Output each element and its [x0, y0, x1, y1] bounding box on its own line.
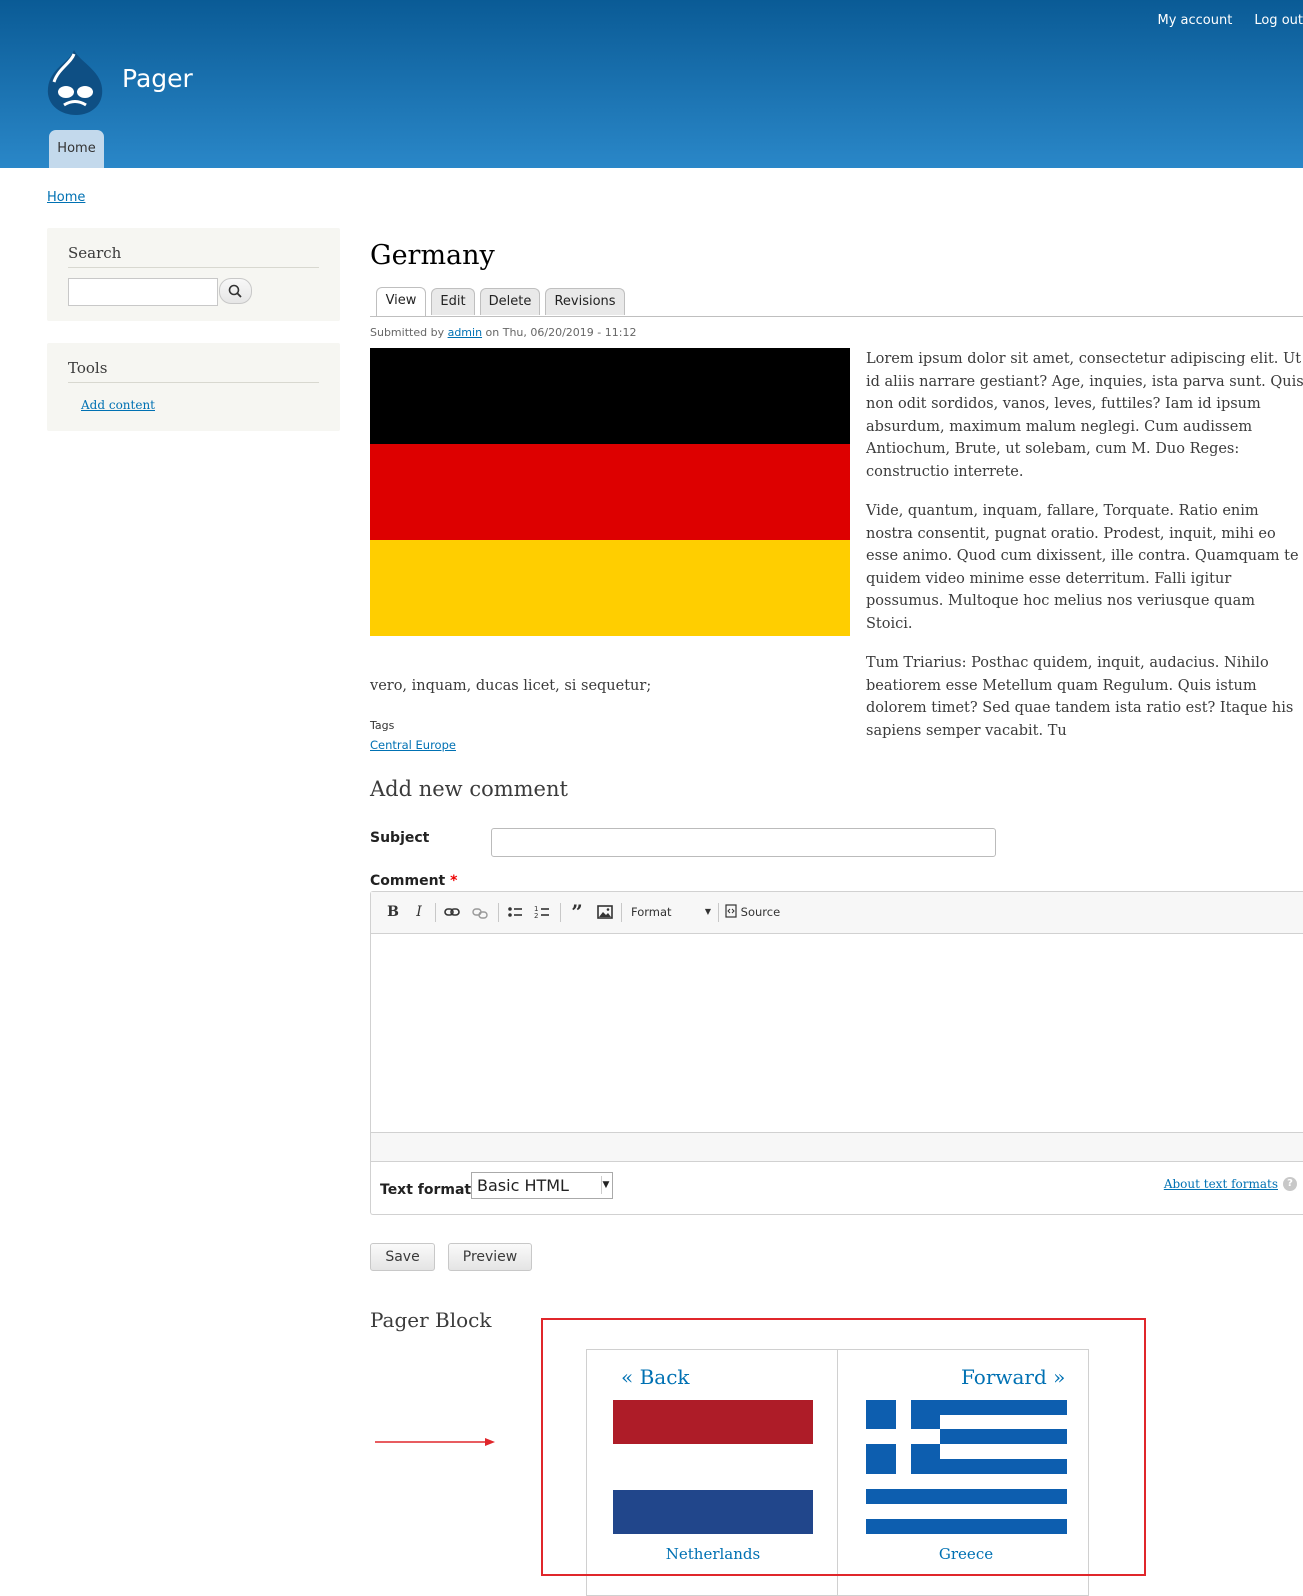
- svg-text:2: 2: [534, 912, 538, 920]
- text-format-label: Text format: [380, 1182, 471, 1198]
- netherlands-flag-image[interactable]: [613, 1400, 813, 1534]
- main-menu-home-tab[interactable]: Home: [49, 130, 104, 168]
- subject-input[interactable]: [491, 828, 996, 857]
- pager-back-link[interactable]: « Back: [621, 1365, 690, 1389]
- save-button[interactable]: Save: [370, 1243, 435, 1271]
- body-paragraph: Lorem ipsum dolor sit amet, consectetur …: [866, 348, 1303, 483]
- link-icon[interactable]: [442, 901, 462, 923]
- logout-link[interactable]: Log out: [1254, 13, 1303, 28]
- toolbar-separator: [621, 903, 622, 922]
- add-content-link[interactable]: Add content: [81, 398, 155, 412]
- submitted-date: on Thu, 06/20/2019 - 11:12: [486, 326, 637, 339]
- comment-label-text: Comment: [370, 873, 445, 889]
- source-button[interactable]: Source: [725, 901, 789, 923]
- tab-revisions[interactable]: Revisions: [545, 288, 625, 315]
- toolbar-separator: [560, 903, 561, 922]
- submitted-prefix: Submitted by: [370, 326, 444, 339]
- site-header: Pager My account Log out Home: [0, 0, 1303, 168]
- tag-link[interactable]: Central Europe: [370, 738, 456, 752]
- search-block-title: Search: [68, 244, 121, 262]
- germany-flag-image: [370, 348, 850, 636]
- comment-editor: B I 12 ” Format ▼ Source Te: [370, 891, 1303, 1215]
- italic-icon[interactable]: I: [411, 901, 427, 923]
- search-input[interactable]: [68, 278, 218, 306]
- pager-forward-link[interactable]: Forward »: [961, 1365, 1065, 1389]
- greece-caption-link[interactable]: Greece: [866, 1545, 1066, 1563]
- comment-editor-body[interactable]: [371, 934, 1303, 1132]
- source-icon: [725, 904, 737, 918]
- image-icon[interactable]: [595, 901, 615, 923]
- preview-button[interactable]: Preview: [448, 1243, 532, 1271]
- blockquote-icon[interactable]: ”: [567, 901, 587, 923]
- tags-label: Tags: [370, 719, 394, 732]
- body-paragraph: Vide, quantum, inquam, fallare, Torquate…: [866, 500, 1303, 635]
- comment-label: Comment *: [370, 873, 457, 889]
- tools-block-title: Tools: [68, 359, 107, 377]
- bold-icon[interactable]: B: [385, 901, 401, 923]
- site-name[interactable]: Pager: [122, 64, 193, 93]
- tools-block: Tools Add content: [47, 343, 340, 431]
- divider: [68, 382, 319, 383]
- greece-flag-image[interactable]: [866, 1400, 1067, 1534]
- arrow-right-icon: [375, 1436, 497, 1448]
- editor-toolbar: B I 12 ” Format ▼ Source: [371, 892, 1303, 934]
- tab-delete[interactable]: Delete: [480, 288, 540, 315]
- netherlands-caption-link[interactable]: Netherlands: [613, 1545, 813, 1563]
- source-button-label: Source: [741, 905, 781, 919]
- search-block: Search: [47, 228, 340, 321]
- subject-label: Subject: [370, 830, 429, 846]
- help-icon[interactable]: ?: [1283, 1177, 1297, 1191]
- tab-view[interactable]: View: [376, 287, 426, 316]
- comment-form-heading: Add new comment: [370, 777, 568, 801]
- toolbar-separator: [498, 903, 499, 922]
- about-text-formats-link[interactable]: About text formats: [1164, 1177, 1278, 1191]
- tab-edit[interactable]: Edit: [431, 288, 475, 315]
- body-paragraph: Tum Triarius: Posthac quidem, inquit, au…: [866, 652, 1303, 742]
- toolbar-separator: [718, 903, 719, 922]
- node-body: Lorem ipsum dolor sit amet, consectetur …: [866, 348, 1303, 759]
- text-format-value: Basic HTML: [472, 1176, 569, 1195]
- breadcrumb-home-link[interactable]: Home: [47, 190, 85, 205]
- flag-stripe-gold: [370, 540, 850, 636]
- search-button[interactable]: [219, 278, 252, 304]
- pager-block-heading: Pager Block: [370, 1308, 492, 1332]
- divider: [68, 267, 319, 268]
- secondary-menu: My account Log out: [1136, 13, 1303, 28]
- page-title: Germany: [370, 240, 495, 271]
- text-format-select[interactable]: Basic HTML ▼: [471, 1172, 613, 1199]
- numbered-list-icon[interactable]: 12: [532, 901, 552, 923]
- body-paragraph-tail: vero, inquam, ducas licet, si sequetur;: [370, 678, 651, 694]
- editor-status-bar: [371, 1132, 1303, 1162]
- chevron-down-icon: ▼: [601, 1176, 610, 1194]
- format-dropdown-label: Format: [629, 905, 672, 919]
- search-icon: [220, 279, 251, 303]
- drupal-logo-icon[interactable]: [44, 48, 106, 116]
- chevron-down-icon: ▼: [705, 901, 711, 923]
- node-tabs: View Edit Delete Revisions: [370, 285, 1303, 317]
- required-marker: *: [450, 873, 457, 889]
- toolbar-separator: [435, 903, 436, 922]
- bulleted-list-icon[interactable]: [505, 901, 525, 923]
- flag-stripe-black: [370, 348, 850, 444]
- format-dropdown[interactable]: Format ▼: [629, 901, 713, 923]
- submitted-info: Submitted by admin on Thu, 06/20/2019 - …: [370, 326, 636, 339]
- author-link[interactable]: admin: [448, 326, 482, 339]
- my-account-link[interactable]: My account: [1158, 13, 1233, 28]
- flag-stripe-red: [370, 444, 850, 540]
- unlink-icon[interactable]: [470, 901, 490, 923]
